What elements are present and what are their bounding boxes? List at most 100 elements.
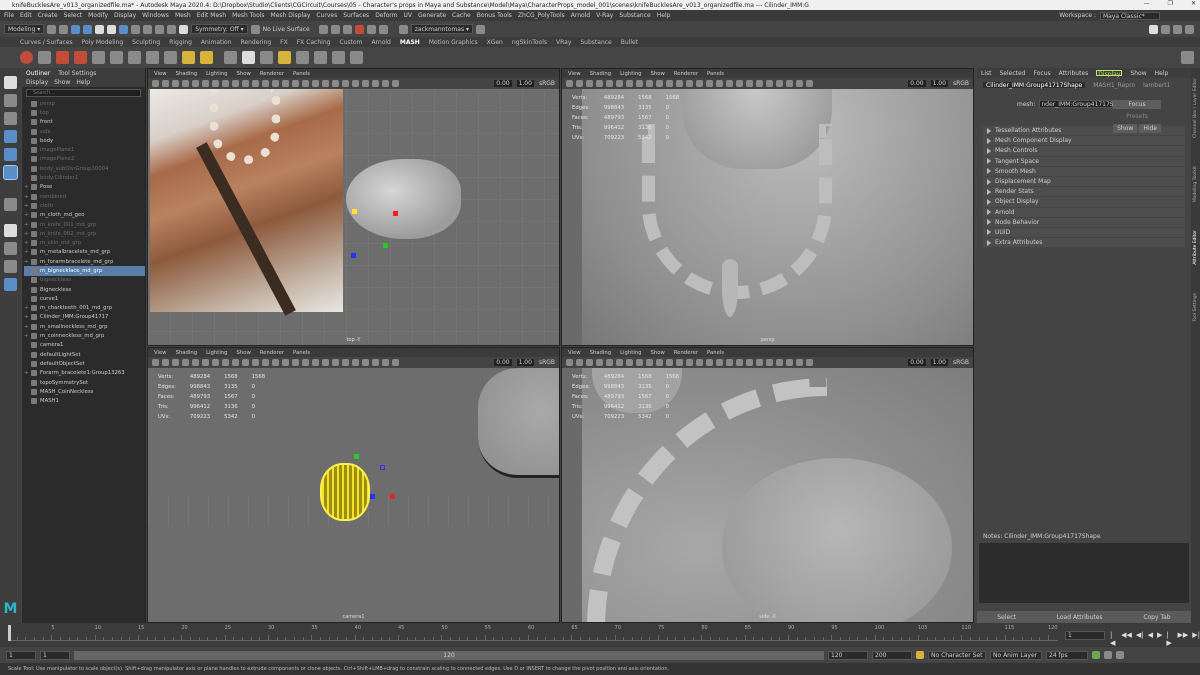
section-node-behavior[interactable]: Node Behavior [983,217,1185,227]
wireframe-icon[interactable] [676,80,683,87]
select-tool-icon[interactable] [4,76,17,89]
render-settings-icon[interactable] [354,24,364,34]
menu-zhcg-polytools[interactable]: ZhCG_PolyTools [518,12,565,19]
viewport-top[interactable]: View Shading Lighting Show Renderer Panels 0.… [147,68,560,346]
isolate-select-icon[interactable] [362,80,369,87]
colorspace-label[interactable]: sRGB [539,359,555,366]
outliner-item[interactable]: + m_metalbracelets_md_grp [24,248,145,257]
safe-action-icon[interactable] [242,359,249,366]
grid-icon[interactable] [192,359,199,366]
outliner-item[interactable]: persp [24,99,145,108]
shelf-tab-ngskintools[interactable]: ngSkinTools [512,39,547,46]
outliner-item[interactable]: side [24,127,145,136]
field-chart-icon[interactable] [232,359,239,366]
section-uuid[interactable]: UUID [983,227,1185,238]
viewport-menu-show[interactable]: Show [651,71,665,77]
outliner-item[interactable]: curve1 [24,294,145,303]
viewport-menu-panels[interactable]: Panels [293,71,310,77]
arnold-render-view-icon[interactable] [378,24,388,34]
menu-modify[interactable]: Modify [88,12,108,19]
textured-icon[interactable] [706,359,713,366]
ae-menu-list[interactable]: List [981,70,992,77]
outliner-item[interactable]: defaultObjectSet [24,359,145,368]
section-smooth-mesh[interactable]: Smooth Mesh [983,166,1185,176]
gamma-field[interactable]: 1.00 [930,80,948,87]
manipulator-z[interactable] [380,465,385,470]
film-gate-icon[interactable] [202,80,209,87]
isolate-select-icon[interactable] [362,359,369,366]
gear-icon[interactable] [476,24,486,34]
menu-edit[interactable]: Edit [20,12,32,19]
select-button[interactable]: Select [997,614,1016,621]
section-tangent-space[interactable]: Tangent Space [983,156,1185,166]
viewport-menu-lighting[interactable]: Lighting [206,350,227,356]
hypershade-icon[interactable] [366,24,376,34]
mash-create-icon[interactable] [56,51,69,64]
outliner-item[interactable]: + m_cloth_md_geo [24,211,145,220]
depth-of-field-icon[interactable] [766,80,773,87]
auto-key-icon[interactable] [916,651,924,659]
outliner-item[interactable]: + Forarm_bracelete1:Group13263 [24,369,145,378]
shadows-icon[interactable] [726,80,733,87]
xray-icon[interactable] [786,359,793,366]
mash-distribute-icon[interactable] [92,51,105,64]
mash-waiter-icon[interactable] [164,51,177,64]
xray-joints-icon[interactable] [796,80,803,87]
xray-active-icon[interactable] [392,80,399,87]
lights-icon[interactable] [302,359,309,366]
exposure-field[interactable]: 0.00 [494,359,512,366]
channel-box-icon[interactable] [1173,24,1182,34]
xray-icon[interactable] [786,80,793,87]
save-icon[interactable] [59,24,69,34]
viewport-menu-lighting[interactable]: Lighting [620,71,641,77]
outliner-item[interactable]: imagePlane1 [24,145,145,154]
tab-modeling-toolkit[interactable]: Modeling Toolkit [1193,166,1198,202]
outliner-item[interactable]: + m_charkteeth_001_md_grp [24,304,145,313]
safe-action-icon[interactable] [242,80,249,87]
viewport-menu-shading[interactable]: Shading [590,350,612,356]
magnet-icon[interactable] [179,24,189,34]
time-slider[interactable]: 1510152025303540455055606570758085909510… [0,623,1200,647]
textured-icon[interactable] [292,359,299,366]
shelf-tab-sculpting[interactable]: Sculpting [132,39,160,46]
bookmark-icon[interactable] [172,80,179,87]
mesh-name-field[interactable]: nder_IMM:Group41717Shape [1038,100,1129,108]
manipulator-y[interactable] [354,454,359,459]
side-by-side-layout-icon[interactable] [4,260,17,273]
bookmark-icon[interactable] [172,359,179,366]
tab-lambert[interactable]: lambert1 [1143,82,1170,89]
rotate-tool-icon[interactable] [4,148,17,161]
tab-tool-settings[interactable]: Tool Settings [58,70,96,77]
isolate-select-icon[interactable] [776,359,783,366]
colorspace-label[interactable]: sRGB [953,359,969,366]
anti-alias-icon[interactable] [756,80,763,87]
viewport-menu-lighting[interactable]: Lighting [206,71,227,77]
section-arnold[interactable]: Arnold [983,207,1185,217]
motion-blur-icon[interactable] [332,359,339,366]
panel-layout-icon[interactable] [1161,24,1170,34]
isolate-select-icon[interactable] [776,80,783,87]
tab-tool-settings-side[interactable]: Tool Settings [1193,293,1198,322]
viewport-menu-lighting[interactable]: Lighting [620,350,641,356]
step-back-key-icon[interactable]: ◀◀ [1121,631,1132,647]
shelf-tab-vray[interactable]: VRay [556,39,571,46]
textured-icon[interactable] [292,80,299,87]
smooth-shade-icon[interactable] [686,359,693,366]
section-mesh-component-display[interactable]: Mesh Component Display [983,136,1185,146]
viewport-menu-view[interactable]: View [154,350,167,356]
gamma-field[interactable]: 1.00 [516,359,534,366]
shelf-tab-bullet[interactable]: Bullet [621,39,638,46]
menu-bonus-tools[interactable]: Bonus Tools [477,12,512,19]
ae-menu-show[interactable]: Show [1130,70,1146,77]
ae-menu-help[interactable]: Help [1155,70,1169,77]
menu-curves[interactable]: Curves [316,12,337,19]
outliner-item[interactable]: + m_skin_md_grp [24,238,145,247]
bookmark-icon[interactable] [586,80,593,87]
range-bar[interactable]: 120 [74,650,824,660]
last-tool-icon[interactable] [4,198,17,211]
expand-icon[interactable]: + [24,212,31,218]
motion-blur-icon[interactable] [746,80,753,87]
shelf-options-icon[interactable] [1181,51,1194,64]
symmetry-dropdown[interactable]: Symmetry: Off ▾ [191,24,248,34]
image-plane-icon[interactable] [182,359,189,366]
